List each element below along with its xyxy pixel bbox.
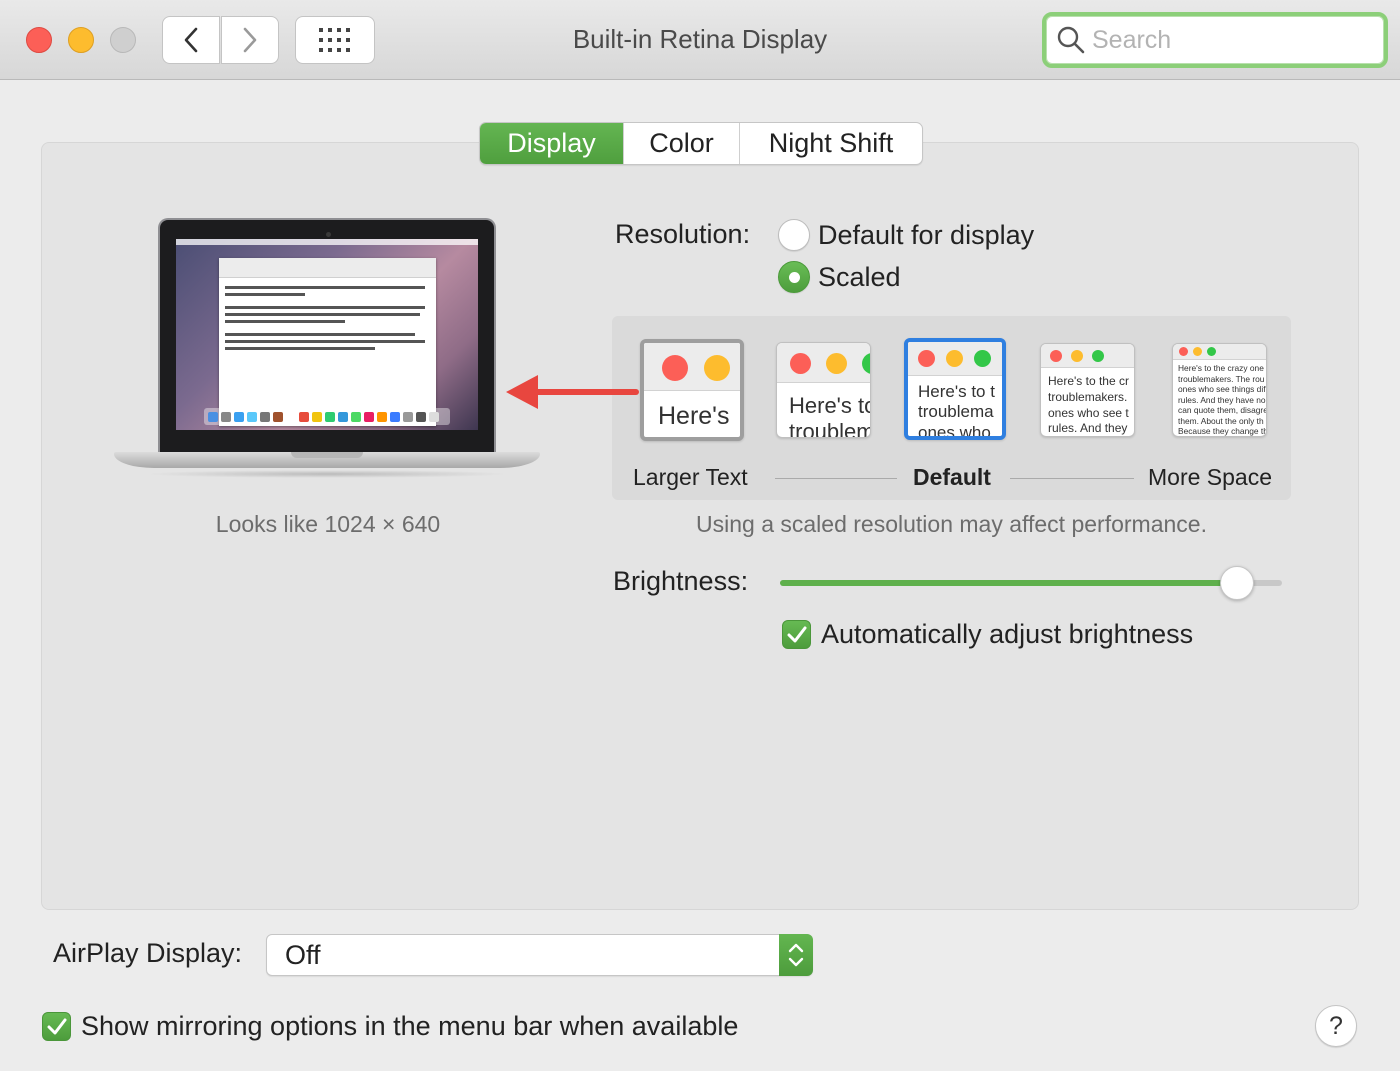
- preview-document-toolbar: [219, 258, 436, 278]
- show-all-button[interactable]: [295, 16, 375, 64]
- auto-brightness-checkbox-row[interactable]: Automatically adjust brightness: [782, 619, 1193, 650]
- auto-brightness-checkbox[interactable]: [782, 620, 811, 649]
- laptop-lid: [158, 218, 496, 452]
- tab-color[interactable]: Color: [623, 123, 739, 164]
- scale-options: Here's Here's to troublem Here's to t tr…: [612, 316, 1291, 500]
- popup-arrows[interactable]: [779, 934, 813, 976]
- airplay-display-popup[interactable]: Off: [266, 934, 813, 976]
- laptop-camera: [326, 232, 331, 237]
- search-field[interactable]: [1042, 12, 1388, 68]
- tab-bar: Display Color Night Shift: [479, 122, 923, 165]
- laptop-screen: [176, 239, 478, 430]
- resolution-label: Resolution:: [615, 219, 751, 249]
- preview-menu-bar: [176, 239, 478, 245]
- chevron-right-icon: [243, 27, 257, 53]
- scale-label-larger-text: Larger Text: [633, 464, 748, 490]
- brightness-slider[interactable]: [780, 566, 1282, 600]
- looks-like-resolution: Looks like 1024 × 640: [215, 511, 441, 537]
- forward-button[interactable]: [221, 16, 279, 64]
- tab-display[interactable]: Display: [480, 123, 623, 164]
- minimize-window-button[interactable]: [68, 27, 94, 53]
- mirroring-checkbox-row[interactable]: Show mirroring options in the menu bar w…: [42, 1011, 738, 1042]
- search-icon: [1057, 26, 1085, 54]
- checkmark-icon: [47, 1018, 66, 1034]
- brightness-label: Brightness:: [613, 566, 749, 596]
- preview-document-window: [219, 258, 436, 426]
- radio-scaled[interactable]: Scaled: [778, 261, 901, 293]
- scale-option-4[interactable]: Here's to the cr troublemakers. ones who…: [1040, 343, 1135, 437]
- radio-label: Default for display: [818, 219, 1035, 250]
- scale-preview-text: Here's to the cr troublemakers. ones who…: [1048, 374, 1129, 436]
- mirroring-label: Show mirroring options in the menu bar w…: [81, 1011, 739, 1041]
- chevron-left-icon: [184, 27, 198, 53]
- scale-option-default[interactable]: Here's to t troublema ones who: [904, 338, 1006, 440]
- scale-option-larger-text[interactable]: Here's: [640, 339, 744, 441]
- window-title: Built-in Retina Display: [572, 24, 828, 54]
- radio-default-for-display[interactable]: Default for display: [778, 219, 1034, 251]
- performance-note: Using a scaled resolution may affect per…: [696, 511, 1207, 537]
- brightness-slider-knob[interactable]: [1219, 566, 1254, 600]
- up-down-chevron-icon: [788, 943, 804, 967]
- checkmark-icon: [787, 626, 806, 642]
- airplay-display-label: AirPlay Display:: [53, 938, 243, 968]
- search-input[interactable]: [1092, 25, 1372, 55]
- scale-label-default: Default: [913, 464, 991, 490]
- brightness-slider-fill: [780, 580, 1237, 586]
- preview-dock: [204, 408, 450, 425]
- zoom-window-button[interactable]: [110, 27, 136, 53]
- auto-brightness-label: Automatically adjust brightness: [821, 619, 1194, 649]
- title-bar: Built-in Retina Display: [0, 0, 1400, 80]
- scale-preview-text: Here's: [658, 402, 730, 430]
- radio-button[interactable]: [778, 219, 810, 251]
- scale-option-2[interactable]: Here's to troublem: [776, 342, 871, 438]
- grid-icon: [319, 28, 350, 52]
- scale-option-more-space[interactable]: Here's to the crazy one troublemakers. T…: [1172, 343, 1267, 437]
- annotation-arrow-icon: [506, 375, 639, 409]
- close-window-button[interactable]: [26, 27, 52, 53]
- scale-label-more-space: More Space: [1148, 464, 1273, 490]
- scale-preview-text: Here's to troublem: [789, 393, 871, 438]
- scale-preview-text: Here's to t troublema ones who: [918, 382, 995, 440]
- back-button[interactable]: [162, 16, 220, 64]
- airplay-display-value: Off: [285, 940, 321, 970]
- mirroring-checkbox[interactable]: [42, 1012, 71, 1041]
- radio-label: Scaled: [818, 261, 901, 292]
- scale-preview-text: Here's to the crazy one troublemakers. T…: [1178, 363, 1267, 436]
- laptop-preview-image: [114, 218, 540, 483]
- help-button[interactable]: ?: [1315, 1005, 1357, 1047]
- tab-night-shift[interactable]: Night Shift: [739, 123, 922, 164]
- radio-button-selected[interactable]: [778, 261, 810, 293]
